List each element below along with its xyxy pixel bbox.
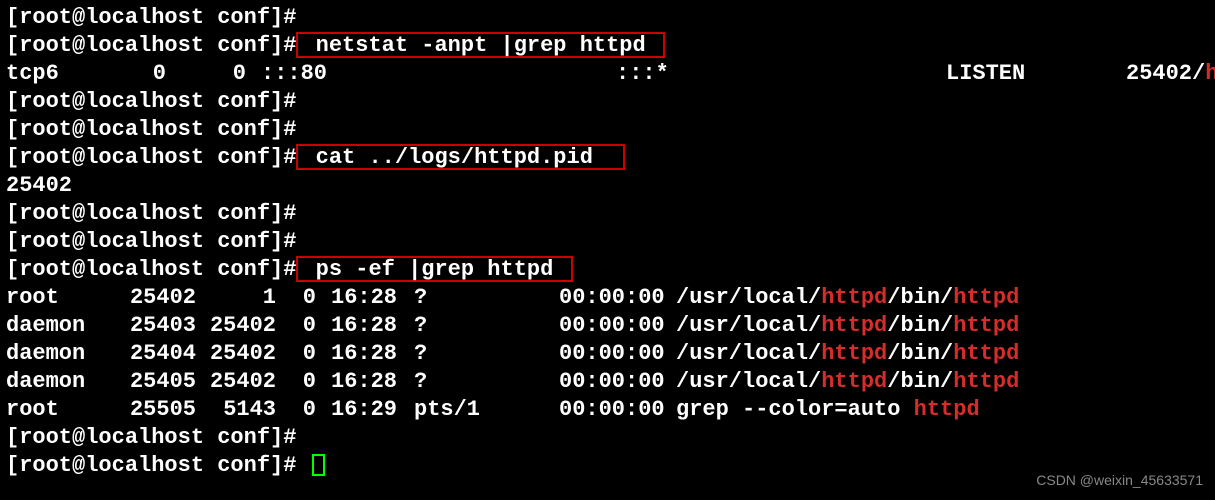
shell-prompt: [root@localhost conf]# bbox=[6, 33, 296, 58]
shell-prompt: [root@localhost conf]# bbox=[6, 145, 296, 170]
command-highlight-box: ps -ef |grep httpd bbox=[296, 256, 572, 282]
netstat-recvq: 0 bbox=[126, 60, 166, 88]
ps-tty: ? bbox=[414, 284, 427, 312]
ps-uid: root bbox=[6, 284, 59, 312]
ps-pid: 25403 bbox=[126, 312, 196, 340]
ps-pid: 25405 bbox=[126, 368, 196, 396]
ps-ppid: 25402 bbox=[206, 340, 276, 368]
ps-tty: ? bbox=[414, 340, 427, 368]
netstat-proto: tcp6 bbox=[6, 61, 59, 86]
cursor-icon[interactable] bbox=[312, 454, 325, 476]
table-row: daemon 25404 25402 0 16:28? 00:00:00/usr/loca… bbox=[6, 340, 1209, 368]
terminal-line: [root@localhost conf]# bbox=[6, 200, 1209, 228]
shell-prompt: [root@localhost conf]# bbox=[6, 201, 296, 226]
terminal-line: [root@localhost conf]# bbox=[6, 88, 1209, 116]
terminal-line-ps: [root@localhost conf]# ps -ef |grep http… bbox=[6, 256, 1209, 284]
netstat-output: tcp600:::80:::*LISTEN25402/h bbox=[6, 60, 1209, 88]
ps-c: 0 bbox=[291, 340, 316, 368]
command-highlight-box: cat ../logs/httpd.pid bbox=[296, 144, 625, 170]
ps-c: 0 bbox=[291, 312, 316, 340]
terminal-line: [root@localhost conf]# bbox=[6, 116, 1209, 144]
shell-prompt: [root@localhost conf]# bbox=[6, 453, 296, 478]
ps-pid: 25402 bbox=[126, 284, 196, 312]
ps-c: 0 bbox=[291, 396, 316, 424]
ps-time: 00:00:00 bbox=[559, 340, 665, 368]
shell-prompt: [root@localhost conf]# bbox=[6, 229, 296, 254]
ps-uid: daemon bbox=[6, 340, 85, 368]
shell-prompt: [root@localhost conf]# bbox=[6, 89, 296, 114]
netstat-local: :::80 bbox=[261, 60, 327, 88]
terminal-line-cursor: [root@localhost conf]# bbox=[6, 452, 1209, 480]
ps-tty: ? bbox=[414, 368, 427, 396]
command-highlight-box: netstat -anpt |grep httpd bbox=[296, 32, 664, 58]
ps-stime: 16:28 bbox=[331, 284, 397, 312]
ps-stime: 16:28 bbox=[331, 312, 397, 340]
ps-uid: daemon bbox=[6, 368, 85, 396]
netstat-state: LISTEN bbox=[946, 60, 1025, 88]
netstat-pidprog: 25402/h bbox=[1126, 60, 1215, 88]
terminal-line-cat: [root@localhost conf]# cat ../logs/httpd… bbox=[6, 144, 1209, 172]
terminal-line: [root@localhost conf]# bbox=[6, 228, 1209, 256]
terminal-line: [root@localhost conf]# bbox=[6, 424, 1209, 452]
ps-cmd: /usr/local/httpd/bin/httpd bbox=[676, 340, 1019, 368]
cat-output: 25402 bbox=[6, 172, 1209, 200]
ps-tty: ? bbox=[414, 312, 427, 340]
ps-ppid: 25402 bbox=[206, 368, 276, 396]
ps-output: root254021016:28?00:00:00/usr/local/http… bbox=[6, 284, 1209, 424]
shell-prompt: [root@localhost conf]# bbox=[6, 117, 296, 142]
ps-time: 00:00:00 bbox=[559, 396, 665, 424]
table-row: daemon 25403 25402 0 16:28? 00:00:00/usr/loca… bbox=[6, 312, 1209, 340]
ps-stime: 16:28 bbox=[331, 340, 397, 368]
shell-prompt: [root@localhost conf]# bbox=[6, 5, 296, 30]
terminal-line: [root@localhost conf]# bbox=[6, 4, 1209, 32]
ps-stime: 16:28 bbox=[331, 368, 397, 396]
terminal-line-netstat: [root@localhost conf]# netstat -anpt |gr… bbox=[6, 32, 1209, 60]
ps-uid: daemon bbox=[6, 312, 85, 340]
ps-cmd: /usr/local/httpd/bin/httpd bbox=[676, 284, 1019, 312]
netstat-sendq: 0 bbox=[216, 60, 246, 88]
ps-time: 00:00:00 bbox=[559, 284, 665, 312]
ps-ppid: 25402 bbox=[206, 312, 276, 340]
ps-tty: pts/1 bbox=[414, 396, 480, 424]
table-row: daemon 25405 25402 0 16:28? 00:00:00/usr/loca… bbox=[6, 368, 1209, 396]
shell-prompt: [root@localhost conf]# bbox=[6, 257, 296, 282]
watermark-text: CSDN @weixin_45633571 bbox=[1036, 466, 1203, 494]
ps-time: 00:00:00 bbox=[559, 312, 665, 340]
ps-cmd: /usr/local/httpd/bin/httpd bbox=[676, 368, 1019, 396]
ps-stime: 16:29 bbox=[331, 396, 397, 424]
ps-pid: 25404 bbox=[126, 340, 196, 368]
table-row: root 25505 5143 0 16:29 pts/1 00:00:00 grep --c… bbox=[6, 396, 1209, 424]
netstat-foreign: :::* bbox=[616, 60, 669, 88]
ps-uid: root bbox=[6, 396, 59, 424]
ps-cmd: grep --color=auto httpd bbox=[676, 396, 980, 424]
ps-ppid: 1 bbox=[206, 284, 276, 312]
ps-ppid: 5143 bbox=[206, 396, 276, 424]
ps-pid: 25505 bbox=[126, 396, 196, 424]
ps-cmd: /usr/local/httpd/bin/httpd bbox=[676, 312, 1019, 340]
ps-time: 00:00:00 bbox=[559, 368, 665, 396]
shell-prompt: [root@localhost conf]# bbox=[6, 425, 296, 450]
table-row: root 25402 10 16:28? 00:00:00/usr/local/http… bbox=[6, 284, 1209, 312]
ps-c: 0 bbox=[291, 368, 316, 396]
ps-c: 0 bbox=[291, 284, 316, 312]
